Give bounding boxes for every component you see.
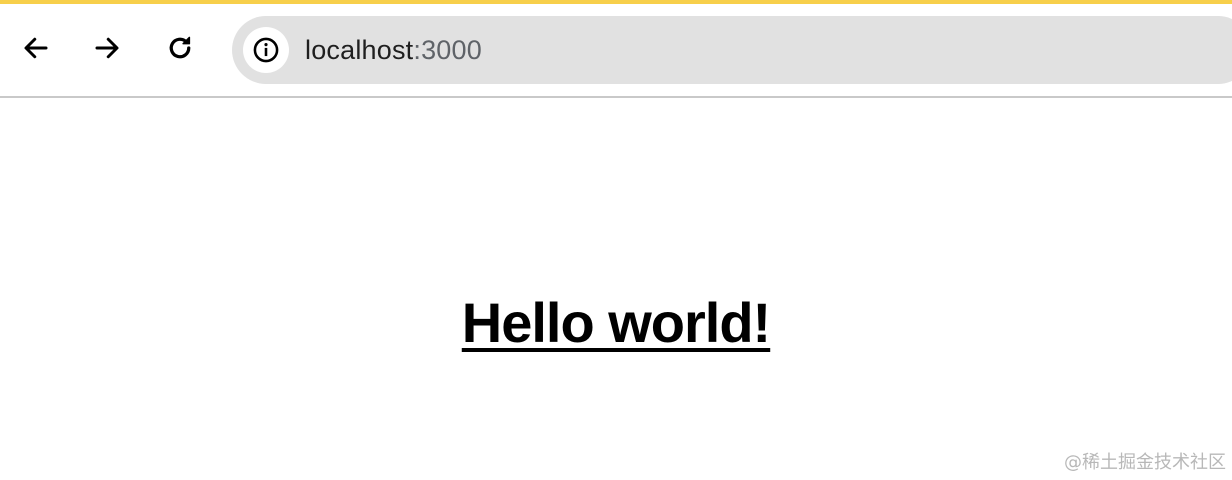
browser-toolbar: localhost:3000 [0,0,1232,98]
window-accent-strip [0,0,1232,4]
url-host: localhost [305,34,414,65]
site-info-button[interactable] [243,27,289,73]
url-port: :3000 [413,34,482,65]
arrow-right-icon [95,37,119,59]
back-button[interactable] [14,26,58,70]
arrow-left-icon [24,37,48,59]
info-icon [253,37,279,63]
page-heading: Hello world! [461,291,771,354]
watermark: @稀土掘金技术社区 [1064,452,1226,473]
address-bar[interactable]: localhost:3000 [232,16,1232,84]
url-text[interactable]: localhost:3000 [305,35,482,66]
page-content: Hello world! [0,98,1232,480]
reload-button[interactable] [158,26,202,70]
reload-icon [169,36,191,59]
forward-button[interactable] [85,26,129,70]
